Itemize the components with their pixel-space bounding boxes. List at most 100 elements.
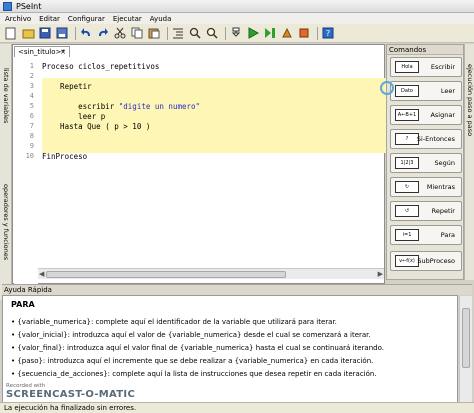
help-line: • {paso}: introduzca aquí el incremente … [11, 357, 374, 365]
command-label: Mientras [426, 183, 455, 191]
indent-icon[interactable] [171, 26, 185, 40]
export-icon[interactable] [297, 26, 311, 40]
command-repetir[interactable]: ↺ Repetir [390, 201, 462, 221]
scroll-left-icon[interactable]: ◀ [39, 270, 44, 278]
code-line: escribir "digite un numero" [42, 102, 200, 111]
title-bar: PSeInt [0, 0, 474, 13]
code-line: Proceso ciclos_repetitivos [42, 62, 160, 71]
menu-editar[interactable]: Editar [39, 15, 60, 23]
write-icon: Hola [395, 61, 419, 73]
code-line: Repetir [42, 82, 92, 91]
line-number: 7 [29, 122, 34, 130]
menu-ayuda[interactable]: Ayuda [150, 15, 172, 23]
menu-bar: Archivo Editar Configurar Ejecutar Ayuda [0, 13, 474, 24]
command-label: Para [440, 231, 455, 239]
command-label: Según [434, 159, 456, 167]
help-title: PARA [11, 300, 35, 309]
line-number: 9 [29, 142, 34, 150]
find-icon[interactable] [188, 26, 202, 40]
line-number: 2 [29, 72, 34, 80]
command-label: Si-Entonces [416, 135, 455, 143]
line-number: 8 [29, 132, 34, 140]
debug-icon[interactable] [280, 26, 294, 40]
line-number: 4 [29, 92, 34, 100]
find-replace-icon[interactable] [205, 26, 219, 40]
commands-header: Comandos [387, 45, 463, 55]
line-number: 1 [29, 62, 34, 70]
read-icon: Dato [395, 85, 419, 97]
scroll-thumb[interactable] [462, 308, 470, 368]
paste-icon[interactable] [147, 26, 161, 40]
toolbar-separator [225, 26, 226, 40]
quick-help-header: Ayuda Rápida [2, 284, 472, 295]
cut-icon[interactable] [113, 26, 127, 40]
copy-icon[interactable] [130, 26, 144, 40]
status-bar: La ejecución ha finalizado sin errores. [0, 402, 474, 413]
line-number: 10 [25, 152, 34, 160]
watermark-logo: SCREENCAST-O-MATIC [6, 389, 136, 400]
help-line: • {valor_final}: introduzca aquí el valo… [11, 344, 384, 352]
toolbar: ? [0, 24, 474, 43]
menu-archivo[interactable]: Archivo [5, 15, 31, 23]
help-line: • {variable_numerica}: complete aquí el … [11, 318, 337, 326]
scroll-right-icon[interactable]: ▶ [378, 270, 383, 278]
step-by-step-label: ejecución paso a paso [466, 64, 474, 137]
open-icon[interactable] [21, 26, 35, 40]
line-number-gutter: 1 2 3 4 5 6 7 8 9 10 [14, 58, 38, 284]
command-subproceso[interactable]: v←f(x) SubProceso [390, 251, 462, 271]
svg-text:?: ? [326, 29, 330, 38]
command-para[interactable]: i=1 Para [390, 225, 462, 245]
operators-functions-tab[interactable]: operadores y funciones [2, 184, 10, 260]
code-line: FinProceso [42, 152, 88, 161]
help-vertical-scrollbar[interactable] [459, 296, 472, 402]
command-asignar[interactable]: A←B+1 Asignar [390, 105, 462, 125]
toolbar-separator [317, 26, 318, 40]
command-mientras[interactable]: ↻ Mientras [390, 177, 462, 197]
assign-icon: A←B+1 [395, 109, 419, 121]
command-segun[interactable]: 1|2|3 Según [390, 153, 462, 173]
left-side-tabs: lista de variables operadores y funcione… [0, 44, 12, 300]
command-leer[interactable]: Dato Leer [390, 81, 462, 101]
code-string: "digite un numero" [118, 102, 201, 111]
command-label: Escribir [430, 63, 455, 71]
while-icon: ↻ [395, 181, 419, 193]
help-line: • {secuencia_de_acciones}: complete aquí… [11, 370, 377, 378]
tab-sin-titulo[interactable]: <sin_titulo>* × [14, 46, 70, 57]
tab-label: <sin_titulo>* [18, 48, 65, 56]
toolbar-separator [167, 26, 168, 40]
help-icon[interactable]: ? [321, 26, 335, 40]
save-as-icon[interactable] [55, 26, 69, 40]
for-icon: i=1 [395, 229, 419, 241]
menu-configurar[interactable]: Configurar [68, 15, 105, 23]
command-label: SubProceso [417, 257, 455, 265]
step-icon[interactable] [263, 26, 277, 40]
undo-icon[interactable] [79, 26, 93, 40]
line-number: 6 [29, 112, 34, 120]
run-icon[interactable] [246, 26, 260, 40]
variables-list-tab[interactable]: lista de variables [2, 68, 10, 123]
menu-ejecutar[interactable]: Ejecutar [113, 15, 142, 23]
toolbar-separator [75, 26, 76, 40]
screencast-watermark: Recorded with SCREENCAST-O-MATIC [4, 383, 164, 401]
command-label: Repetir [431, 207, 455, 215]
redo-icon[interactable] [96, 26, 110, 40]
new-file-icon[interactable] [4, 26, 18, 40]
switch-icon: 1|2|3 [395, 157, 419, 169]
code-line: Hasta Que ( p > 10 ) [42, 122, 151, 131]
window-title: PSeInt [16, 1, 42, 11]
help-line: • {valor_inicial}: introduzca aquí el va… [11, 331, 371, 339]
step-by-step-tab[interactable]: ejecución paso a paso [464, 44, 474, 280]
code-line: leer p [42, 112, 106, 121]
flowchart-icon[interactable] [229, 26, 243, 40]
app-icon [3, 1, 12, 11]
tab-close-icon[interactable]: × [60, 47, 66, 57]
repeat-icon: ↺ [395, 205, 419, 217]
code-text[interactable]: Proceso ciclos_repetitivos Repetir escri… [38, 58, 387, 284]
command-escribir[interactable]: Hola Escribir [390, 57, 462, 77]
command-label: Asignar [430, 111, 455, 119]
save-icon[interactable] [38, 26, 52, 40]
horizontal-scrollbar[interactable]: ◀ ▶ [38, 268, 384, 279]
scroll-thumb[interactable] [46, 271, 286, 278]
commands-panel: Comandos Hola Escribir Dato Leer A←B+1 A… [386, 44, 464, 280]
command-si-entonces[interactable]: ? Si-Entonces [390, 129, 462, 149]
